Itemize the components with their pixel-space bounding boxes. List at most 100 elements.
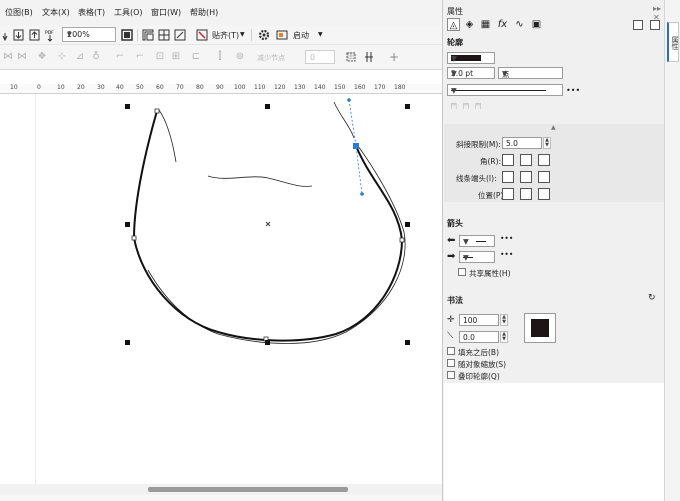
position-outside-icon[interactable] [502, 188, 514, 200]
nib-stretch-spinner[interactable]: ▲ ▼ [500, 314, 508, 326]
zoom-level-select[interactable]: 200% ▼ [62, 27, 116, 42]
ruler-label: 80 [196, 84, 204, 91]
properties-vertical-tab[interactable]: 属性 [667, 22, 679, 62]
ruler-label: 30 [97, 84, 105, 91]
menu-bitmap[interactable]: 位图(B) [5, 7, 33, 18]
nib-angle-spinner[interactable]: ▲ ▼ [500, 331, 508, 343]
export-icon[interactable] [28, 28, 42, 42]
line-style-select[interactable]: ▼ [447, 84, 563, 96]
menu-help[interactable]: 帮助(H) [190, 7, 218, 18]
property-bar: ⋈ ⋈ ❖ ⊹ ⊿ ♁ ⌐ ⌐ ⊡ ⊞ ⊏ ⫿ ⊛ 减少节点 0 ⊞ + [0, 45, 442, 70]
end-arrow-more-button[interactable]: ••• [500, 250, 513, 259]
docker-empty-area [444, 383, 664, 501]
ruler-label: 110 [254, 84, 266, 91]
image-tab-icon[interactable]: ▣ [530, 18, 543, 31]
show-rulers-icon[interactable] [141, 28, 155, 42]
align-stretch-icon[interactable] [363, 51, 375, 63]
line-style-more-button[interactable]: ••• [566, 86, 580, 95]
publish-pdf-icon[interactable]: PDF [44, 28, 58, 42]
ruler-label: 130 [294, 84, 306, 91]
overprint-outline-checkbox[interactable] [447, 371, 455, 379]
miter-limit-spinner[interactable]: ▲ ▼ [543, 137, 551, 149]
select-all-nodes-icon[interactable] [345, 51, 357, 63]
ruler-label: 0 [37, 84, 41, 91]
fill-behind-checkbox[interactable] [447, 347, 455, 355]
scale-with-object-checkbox[interactable] [447, 359, 455, 367]
menu-tools[interactable]: 工具(O) [114, 7, 143, 18]
selection-handle[interactable] [405, 340, 410, 345]
curve-tab-icon[interactable]: ∿ [513, 18, 526, 31]
outline-unit-select[interactable]: 点 ▼ [498, 67, 563, 79]
launch-label[interactable]: 启动 [293, 30, 309, 41]
corner-round-icon[interactable] [520, 154, 532, 166]
cap-extended-icon[interactable] [538, 171, 550, 183]
full-screen-icon[interactable] [120, 28, 134, 42]
nib-stretch-field[interactable]: 100 [459, 314, 499, 326]
corner-bevel-icon[interactable] [538, 154, 550, 166]
chevron-down-icon: ▼ [463, 237, 469, 246]
cap-round-icon[interactable] [520, 171, 532, 183]
share-attributes-checkbox[interactable] [458, 268, 466, 276]
selection-handle[interactable] [265, 104, 270, 109]
nib-shape-preview[interactable] [524, 313, 556, 343]
horizontal-ruler[interactable]: 10 0 10 20 30 40 50 60 70 80 90 100 110 … [0, 84, 442, 94]
snap-to-label[interactable]: 贴齐(T) [212, 30, 239, 41]
selection-handle[interactable] [405, 222, 410, 227]
collapse-icon[interactable]: ▲ [551, 124, 556, 131]
reduce-nodes-label: 减少节点 [257, 54, 285, 62]
ruler-label: 170 [374, 84, 386, 91]
miter-limit-field[interactable]: 5.0 [502, 137, 542, 149]
fill-tab-icon[interactable]: ◈ [463, 18, 476, 31]
gear-icon[interactable] [257, 28, 271, 42]
show-grid-icon[interactable] [157, 28, 171, 42]
page-icon[interactable] [650, 20, 660, 30]
menu-text[interactable]: 文本(X) [42, 7, 70, 18]
add-node-icon: ⋈ [3, 51, 13, 62]
transparency-tab-icon[interactable]: ▦ [479, 18, 492, 31]
chevron-down-icon: ▼ [463, 253, 469, 262]
launch-icon[interactable] [275, 28, 289, 42]
cat-head-drawing[interactable] [0, 94, 442, 486]
frame-icon[interactable] [633, 20, 643, 30]
add-icon[interactable]: + [388, 51, 400, 63]
ruler-label: 10 [57, 84, 65, 91]
snap-to-icon[interactable] [195, 28, 209, 42]
selection-handle[interactable] [405, 104, 410, 109]
start-arrow-more-button[interactable]: ••• [500, 234, 513, 243]
nib-angle-field[interactable]: 0.0 [459, 331, 499, 343]
smooth-node-icon: ⌐ [135, 51, 145, 62]
outline-width-field[interactable]: 2.0 pt ▼ [447, 67, 495, 79]
effects-tab-icon[interactable]: fx [496, 18, 509, 31]
standard-toolbar: PDF 200% ▼ 贴齐(T) ▼ 启动 ▼ [0, 26, 442, 45]
selection-handle[interactable] [125, 222, 130, 227]
elastic-mode-icon: ⊛ [235, 51, 245, 62]
ruler-label: 50 [136, 84, 144, 91]
drawing-canvas[interactable] [0, 94, 442, 486]
selection-handle[interactable] [265, 340, 270, 345]
calligraphy-section-title: 书法 [447, 296, 463, 305]
ruler-label: 20 [77, 84, 85, 91]
chevron-down-icon[interactable]: ▼ [240, 31, 245, 38]
angle-icon: ⟍ [447, 331, 454, 341]
outline-color-select[interactable]: ▼ [447, 52, 495, 64]
menu-table[interactable]: 表格(T) [78, 7, 105, 18]
chevron-down-icon[interactable]: ▼ [318, 31, 323, 38]
end-arrow-select[interactable]: ▼ [459, 251, 495, 263]
reset-icon[interactable]: ↻ [648, 293, 656, 303]
position-inside-icon[interactable] [538, 188, 550, 200]
outline-tab-icon[interactable]: ◬ [447, 18, 460, 31]
show-guidelines-icon[interactable] [173, 28, 187, 42]
start-arrow-select[interactable]: ▼ [459, 235, 495, 247]
cap-square-icon[interactable] [502, 171, 514, 183]
curve-smoothness-field[interactable]: 0 [305, 50, 335, 64]
selection-handle[interactable] [125, 104, 130, 109]
line-caps-label: 线条端头(I): [456, 174, 497, 183]
corner-label: 角(R): [480, 157, 502, 166]
corner-miter-icon[interactable] [502, 154, 514, 166]
position-center-icon[interactable] [520, 188, 532, 200]
menu-window[interactable]: 窗口(W) [151, 7, 181, 18]
import-icon[interactable] [12, 28, 26, 42]
selection-handle[interactable] [125, 340, 130, 345]
ruler-label: 140 [314, 84, 326, 91]
horizontal-scrollbar-thumb[interactable] [148, 487, 348, 492]
